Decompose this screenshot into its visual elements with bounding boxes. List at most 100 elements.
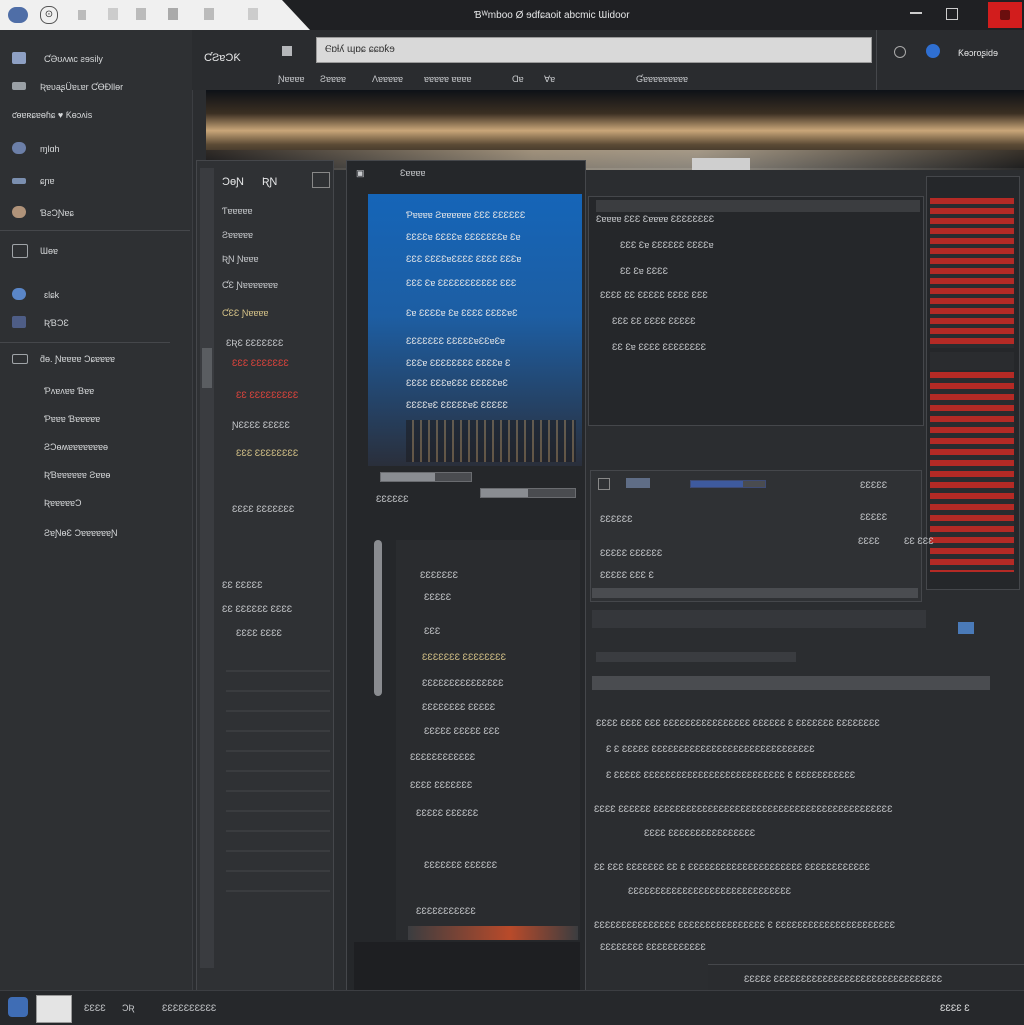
- globe-icon[interactable]: [926, 44, 940, 58]
- scrollbar[interactable]: [200, 168, 214, 968]
- panel-row[interactable]: ƐƐƐ Ɛɐ ƐƐƐƐƐƐ ƐƐƐƐɐ: [620, 240, 714, 250]
- panel-tab-label[interactable]: Ɛɐɐɐɐ: [400, 168, 425, 178]
- tab-icon[interactable]: [136, 8, 146, 20]
- list-view-icon[interactable]: [312, 172, 330, 188]
- panel-row[interactable]: ƐƐƐ Ɛɐ ƐƐƐƐƐƐƐƐƐƐƐ ƐƐƐ: [406, 278, 516, 288]
- taskbar-item[interactable]: ƐƐƐƐƐƐƐƐƐƐ: [162, 1003, 216, 1013]
- start-icon[interactable]: [8, 997, 28, 1017]
- panel-row[interactable]: ƐƐƐɐ ƐƐƐƐƐƐƐƐ ƐƐƐƐɐ Ɛ: [406, 358, 511, 368]
- panel-row[interactable]: ƐƐƐƐƐƐƐ ƐƐƐƐƐɐƐƐɐƐɐ: [406, 336, 505, 346]
- window-thumbnail[interactable]: [36, 995, 72, 1023]
- home-icon[interactable]: [282, 46, 292, 56]
- earth-icon: [12, 288, 26, 300]
- sidebar-item[interactable]: ɱlɑh: [0, 138, 192, 162]
- list-item[interactable]: ƇƐƐ Ɲɐɐɐɐ: [222, 308, 268, 318]
- panel-row[interactable]: Ɛɐɐɐɐ ƐƐƐ Ɛɐɐɐɐ ƐƐƐƐƐƐƐƐ: [596, 214, 714, 224]
- list-item[interactable]: Ƨɐɐɐɐɐ: [222, 230, 253, 240]
- list-item[interactable]: ƦƝ Ɲɐɐɐ: [222, 254, 259, 264]
- tab-icon[interactable]: [108, 8, 118, 20]
- panel-row[interactable]: ƐƐ Ɛɐ ƐƐƐƐ ƐƐƐƐƐƐƐƐ: [612, 342, 706, 352]
- highlight-row[interactable]: ƐƐƐ ƐƐƐƐƐƐƐ: [232, 358, 289, 368]
- sidebar-item[interactable]: ɛlɕk: [0, 284, 192, 308]
- panel-row[interactable]: ƐƐƐ ƐƐ ƐƐƐƐ ƐƐƐƐƐ: [612, 316, 696, 326]
- list-item[interactable]: ƐƐƐƐƐƐƐƐƐƐƐƐ: [410, 752, 475, 762]
- list-item[interactable]: ƐƐƐƐƐƐƐ ƐƐƐƐƐƐ: [424, 860, 497, 870]
- menu-item[interactable]: ɐɐɐɐɐ ɐɐɐɐ: [424, 74, 472, 84]
- menu-item[interactable]: Ɑɐ: [512, 74, 524, 84]
- sidebar-item[interactable]: ƁƨƆƝɐɕ: [0, 202, 192, 226]
- list-item[interactable]: ƇƐ Ɲɐɐɐɐɐɐɐ: [222, 280, 278, 290]
- sidebar-item[interactable]: Ɯɵɐ: [0, 240, 192, 264]
- list-item[interactable]: ƐƐƐƐƐ ƐƐƐƐƐƐ: [416, 808, 478, 818]
- mid-row[interactable]: ƐƐƐƐƐƐ: [600, 514, 633, 524]
- mid-row[interactable]: ƐƐƐƐƐ: [860, 512, 887, 522]
- sidebar-item[interactable]: ƧɐƝɵƐ ƆɐɐɐɐɐɐƝ: [0, 522, 192, 546]
- maximize-icon[interactable]: [946, 8, 958, 20]
- panel-row[interactable]: ƐƐƐƐ ƐƐ ƐƐƐƐƐ ƐƐƐƐ ƐƐƐ: [600, 290, 708, 300]
- panel-row[interactable]: ƐƐƐƐ ƐƐƐɐƐƐƐ ƐƐƐƐƐɐƐ: [406, 378, 508, 388]
- scrollbar-thumb[interactable]: [202, 348, 212, 388]
- list-item[interactable]: ƐƐƐ ƐƐƐƐƐƐƐƐ: [236, 448, 298, 458]
- list-item[interactable]: ƐƐƐƐƐƐƐƐƐƐƐƐƐƐƐ: [422, 678, 504, 688]
- close-button[interactable]: [988, 2, 1022, 28]
- panel-row[interactable]: ƐƐƐ ƐƐƐƐɐƐƐƐƐ ƐƐƐƐ ƐƐƐɐ: [406, 254, 521, 264]
- sidebar-item[interactable]: ƧƆɵʍɐɐɐɐɐɐɐɵ: [0, 436, 192, 460]
- menu-item[interactable]: Ɐɐ: [544, 74, 555, 85]
- tab-icon[interactable]: [168, 8, 178, 20]
- mid-row[interactable]: ƐƐƐƐƐ ƐƐƐƐƐƐ: [600, 548, 662, 558]
- list-item[interactable]: ƐƐ ƐƐƐƐƐƐ ƐƐƐƐ: [222, 604, 292, 614]
- list-item[interactable]: ƐƐƐƐƐƐƐ: [420, 570, 458, 580]
- list-item[interactable]: ƐƐ ƐƐƐƐƐ: [222, 580, 263, 590]
- sidebar-item[interactable]: ƇƏʊʌʍc ƨɘsily: [0, 48, 192, 72]
- tab-icon[interactable]: [204, 8, 214, 20]
- sidebar-item[interactable]: ɕɲɐ: [0, 170, 192, 194]
- list-item[interactable]: ƐƐƐƐ ƐƐƐƐƐƐƐ: [410, 780, 472, 790]
- list-item[interactable]: ƐƐƐƐ ƐƐƐƐ: [236, 628, 282, 638]
- taskbar-item[interactable]: ƐƐƐƐ: [84, 1003, 106, 1013]
- sidebar-item[interactable]: Ƥɐɐɐ Ɓɐɐɐɐɐ: [0, 408, 192, 432]
- sidebar-item[interactable]: ƦƁɐɐɐɐɐɐ Ƨɐɐɵ: [0, 464, 192, 488]
- mid-row[interactable]: ƐƐƐƐƐ ƐƐƐ Ɛ: [600, 570, 654, 580]
- sidebar-item[interactable]: Ƥʌɐʌɐɐ Ɓɐɐ: [0, 380, 192, 404]
- highlight-row[interactable]: ƐƐ ƐƐƐƐƐƐƐƐƐ: [236, 390, 298, 400]
- checkbox-icon[interactable]: [598, 478, 610, 490]
- panel-tab-icon[interactable]: ▣: [356, 168, 365, 179]
- menu-item[interactable]: Ɲɐɐɐɐ: [278, 74, 305, 84]
- tab-handle[interactable]: [692, 158, 750, 170]
- menu-item[interactable]: Ʌɐɐɐɐɐ: [372, 74, 403, 84]
- panel-row[interactable]: Ƥɐɐɐɐ Ƨɐɐɐɐɐɐ ƐƐƐ ƐƐƐƐƐƐ: [406, 210, 525, 220]
- mid-row[interactable]: ƐƐ ƐƐƐ: [904, 536, 934, 546]
- list-item[interactable]: ƐƐƐƐƐƐƐƐ ƐƐƐƐƐ: [422, 702, 495, 712]
- sidebar-item[interactable]: ƈɵɐʀɕɐɵɦɕ ♥ Ƙɵɔʌis: [0, 104, 192, 128]
- list-item[interactable]: ƐƐƐƐƐ: [424, 592, 451, 602]
- mid-row[interactable]: ƐƐƐƐ: [858, 536, 880, 546]
- sidebar-item[interactable]: ƌɵ. Ɲɐɐɐɐ Ɔɕɐɐɐɐ: [0, 348, 192, 372]
- filter-icon[interactable]: [958, 622, 974, 634]
- list-item[interactable]: ƐƐƐ: [424, 626, 440, 636]
- refresh-icon[interactable]: [894, 46, 906, 58]
- minimize-icon[interactable]: [910, 12, 922, 14]
- panel-row[interactable]: ƐƐ Ɛɐ ƐƐƐƐ: [620, 266, 668, 276]
- tab-icon[interactable]: [78, 10, 86, 20]
- panel-row[interactable]: ƐƐƐƐɐƐ ƐƐƐƐƐɐƐ ƐƐƐƐƐ: [406, 400, 508, 410]
- list-item[interactable]: ƐƐƐƐ ƐƐƐƐƐƐƐ: [232, 504, 294, 514]
- address-bar[interactable]: Ⲉɒƚʎ ɰɒɕ ɕɕɒƙɘ: [316, 37, 872, 63]
- browser-icon[interactable]: ⊙: [40, 6, 58, 24]
- menu-item[interactable]: Ƨɐɐɐɐ: [320, 74, 346, 84]
- progress-bar: [380, 472, 472, 482]
- sidebar-item[interactable]: ƦƁƆƐ: [0, 312, 192, 336]
- list-item[interactable]: ƐƐƐƐƐƐƐ ƐƐƐƐƐƐƐƐ: [422, 652, 506, 662]
- list-item[interactable]: ƐƐƐƐƐƐƐƐƐƐƐ: [416, 906, 476, 916]
- list-item[interactable]: ƝƐƐƐƐ ƐƐƐƐƐ: [232, 420, 290, 430]
- panel-row[interactable]: Ɛɐ ƐƐƐƐɐ Ɛɐ ƐƐƐƐ ƐƐƐƐɐƐ: [406, 308, 518, 318]
- panel-row[interactable]: ƐƐƐƐɐ ƐƐƐƐɐ ƐƐƐƐƐƐƐɐ Ɛɐ: [406, 232, 521, 242]
- list-item[interactable]: Ƭɐɐɐɐɐ: [222, 206, 253, 216]
- scrollbar[interactable]: [374, 540, 382, 696]
- list-item[interactable]: ƐƦƐ ƐƐƐƐƐƐƐ: [226, 338, 283, 348]
- sidebar-item[interactable]: ƦɐʋaʂÜɐʟɐr ƇƟƉllɵr: [0, 76, 192, 100]
- tab-icon[interactable]: [248, 8, 258, 20]
- taskbar-item[interactable]: ƆƦ: [122, 1003, 135, 1013]
- account-label[interactable]: Ƙɵɔroʂidɘ: [958, 48, 998, 58]
- sidebar-item[interactable]: ƦɐɐɐɐɐƆ: [0, 492, 192, 516]
- list-item[interactable]: ƐƐƐƐƐ ƐƐƐƐƐ ƐƐƐ: [424, 726, 500, 736]
